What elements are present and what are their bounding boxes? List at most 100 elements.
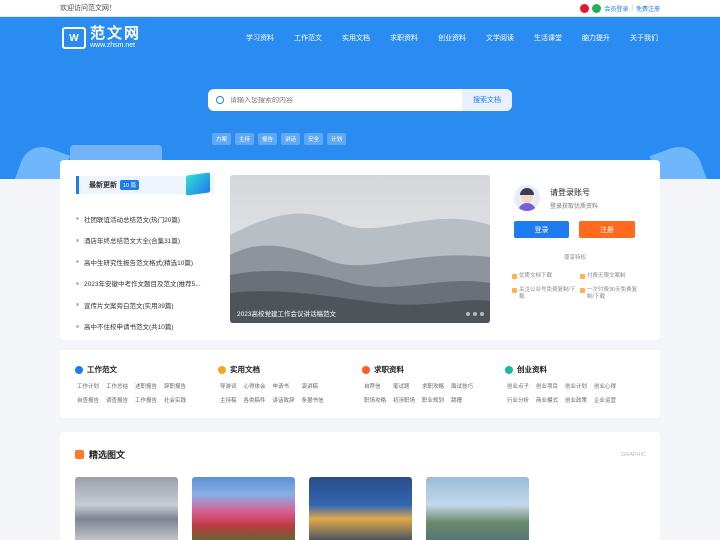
category-link[interactable]: 工作总结 — [106, 382, 128, 390]
member-login-link[interactable]: 会员登录 — [604, 4, 628, 13]
category-link[interactable]: 申请书 — [273, 382, 295, 390]
category-link[interactable]: 创业点子 — [507, 382, 529, 390]
nav-item[interactable]: 实用文档 — [342, 33, 370, 43]
perk-item: 优质文档下载 — [512, 273, 576, 281]
hero-banner: W 范文网 www.zhsm.net 学习资料 工作范文 实用文档 求职资料 创… — [0, 17, 720, 179]
mountain-image — [230, 175, 490, 323]
auth-links: 会员登录 | 免费注册 — [580, 3, 660, 13]
picks-card: 精选图文 GRAPHIC — [60, 432, 660, 540]
category-block: 工作范文 工作计划 工作总结 述职报告 辞职报告 自查报告 调查报告 工作报告 … — [75, 364, 215, 404]
separator: | — [631, 5, 633, 11]
nav-item[interactable]: 创业资料 — [438, 33, 466, 43]
nav-item[interactable]: 工作范文 — [294, 33, 322, 43]
list-item[interactable]: 宣传片文案旁白范文(实用39篇) — [76, 294, 214, 316]
pick-thumbnail[interactable] — [309, 477, 412, 540]
pick-thumbnail[interactable] — [426, 477, 529, 540]
logo-icon: W — [62, 27, 86, 49]
login-button[interactable]: 登录 — [514, 221, 569, 238]
hot-tag[interactable]: 安全 — [304, 133, 324, 145]
category-link[interactable]: 心得体会 — [244, 382, 266, 390]
category-title: 工作范文 — [87, 365, 117, 374]
free-register-link[interactable]: 免费注册 — [636, 4, 660, 13]
category-link[interactable]: 企业运营 — [594, 396, 616, 404]
category-link[interactable]: 调查报告 — [106, 396, 128, 404]
list-item[interactable]: 高中生研究性报告范文格式(精选10篇) — [76, 251, 214, 273]
category-icon — [362, 365, 370, 374]
logo-title: 范文网 — [90, 24, 142, 42]
hot-tag[interactable]: 主持 — [235, 133, 255, 145]
download-icon — [512, 274, 517, 279]
category-link[interactable]: 社会实践 — [164, 396, 186, 404]
category-link[interactable]: 职业规划 — [422, 396, 444, 404]
hot-tag[interactable]: 方案 — [212, 133, 232, 145]
list-item[interactable]: 酒店年终总结范文大全(合集31篇) — [76, 230, 214, 252]
featured-carousel[interactable]: 2023高校党建工作会议讲话稿范文 — [230, 175, 490, 323]
main-nav: W 范文网 www.zhsm.net 学习资料 工作范文 实用文档 求职资料 创… — [0, 23, 720, 53]
category-block: 创业资料 创业点子 创业项目 创业计划 创业心得 行业分析 商业模式 创业政策 … — [505, 364, 645, 404]
category-card: 工作范文 工作计划 工作总结 述职报告 辞职报告 自查报告 调查报告 工作报告 … — [60, 350, 660, 418]
pick-thumbnail[interactable] — [75, 477, 178, 540]
weibo-icon[interactable] — [580, 3, 590, 13]
search-button[interactable]: 搜索文档 — [462, 89, 512, 111]
category-link[interactable]: 述职报告 — [135, 382, 157, 390]
category-link[interactable]: 工作报告 — [135, 396, 157, 404]
category-link[interactable]: 初涉职场 — [393, 396, 415, 404]
carousel-dot[interactable] — [480, 312, 484, 316]
nav-item[interactable]: 学习资料 — [246, 33, 274, 43]
category-link[interactable]: 职场攻略 — [364, 396, 386, 404]
carousel-dot[interactable] — [466, 312, 470, 316]
category-link[interactable]: 导游词 — [220, 382, 237, 390]
nav-item[interactable]: 求职资料 — [390, 33, 418, 43]
category-link[interactable]: 创业计划 — [565, 382, 587, 390]
category-link[interactable]: 创业项目 — [536, 382, 558, 390]
nav-item[interactable]: 文学阅读 — [486, 33, 514, 43]
category-link[interactable]: 演讲稿 — [302, 382, 324, 390]
nav-item[interactable]: 关于我们 — [630, 33, 658, 43]
category-link[interactable]: 创业政策 — [565, 396, 587, 404]
latest-updates: 最新更新 10 篇 社团联谊活动总结范文(热门20篇) 酒店年终总结范文大全(合… — [76, 172, 214, 337]
category-link[interactable]: 跳槽 — [451, 396, 473, 404]
category-link[interactable]: 主持稿 — [220, 396, 237, 404]
list-item[interactable]: 2023年安徽中考作文题目及范文(推荐5... — [76, 273, 214, 295]
register-button[interactable]: 注册 — [579, 221, 635, 238]
carousel-dot[interactable] — [473, 312, 477, 316]
category-link[interactable]: 辞职报告 — [164, 382, 186, 390]
category-link[interactable]: 商业模式 — [536, 396, 558, 404]
category-link[interactable]: 笔试题 — [393, 382, 415, 390]
search-input[interactable] — [230, 96, 462, 104]
wechat-follow-icon — [512, 287, 517, 293]
category-link[interactable]: 条据书信 — [302, 396, 324, 404]
category-link[interactable]: 自查报告 — [77, 396, 99, 404]
perks-list: 优质文档下载 付费无限文案制 关注公众号免费复制/下载 一次付费30天免费复制/… — [512, 273, 644, 302]
hot-tag[interactable]: 报告 — [258, 133, 278, 145]
category-link[interactable]: 工作计划 — [77, 382, 99, 390]
category-link[interactable]: 讲话致辞 — [273, 396, 295, 404]
search-icon — [216, 96, 224, 104]
wechat-icon[interactable] — [592, 3, 602, 13]
list-item[interactable]: 高中不住校申请书范文(共10篇) — [76, 316, 214, 338]
login-title: 请登录账号 — [550, 188, 590, 197]
category-link[interactable]: 自荐信 — [364, 382, 386, 390]
avatar — [514, 185, 540, 211]
copy-icon — [580, 274, 585, 279]
site-logo[interactable]: W 范文网 www.zhsm.net — [62, 24, 142, 50]
category-link[interactable]: 面试技巧 — [451, 382, 473, 390]
logo-url: www.zhsm.net — [90, 41, 136, 49]
category-link[interactable]: 求职攻略 — [422, 382, 444, 390]
category-link[interactable]: 各类稿件 — [244, 396, 266, 404]
latest-title: 最新更新 — [89, 182, 117, 189]
hot-tag[interactable]: 讲话 — [281, 133, 301, 145]
latest-list: 社团联谊活动总结范文(热门20篇) 酒店年终总结范文大全(合集31篇) 高中生研… — [76, 208, 214, 337]
category-link[interactable]: 创业心得 — [594, 382, 616, 390]
list-item[interactable]: 社团联谊活动总结范文(热门20篇) — [76, 208, 214, 230]
nav-item[interactable]: 脑力提升 — [582, 33, 610, 43]
top-bar: 欢迎访问范文网！ 会员登录 | 免费注册 — [0, 0, 720, 17]
search-bar: 搜索文档 — [208, 89, 512, 111]
carousel-pagination — [466, 312, 484, 316]
hot-tag[interactable]: 计划 — [327, 133, 347, 145]
perk-item: 一次付费30天免费复制/下载 — [580, 287, 644, 302]
perk-item: 付费无限文案制 — [580, 273, 644, 281]
pick-thumbnail[interactable] — [192, 477, 295, 540]
category-link[interactable]: 行业分析 — [507, 396, 529, 404]
nav-item[interactable]: 生活课堂 — [534, 33, 562, 43]
